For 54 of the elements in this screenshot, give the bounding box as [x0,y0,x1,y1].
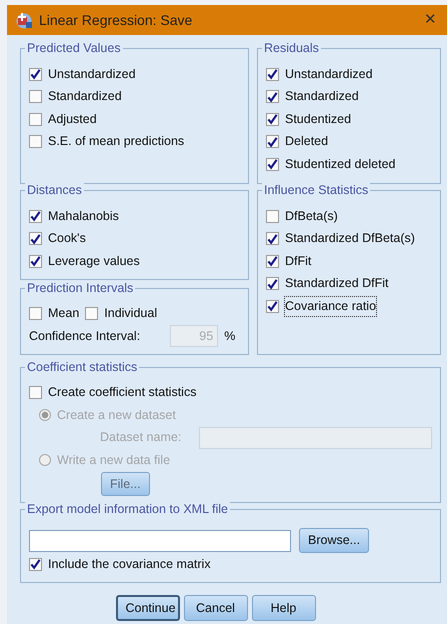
checkbox[interactable] [29,254,42,268]
checkbox-label[interactable]: Cook's [48,229,86,248]
checkbox-label[interactable]: Adjusted [48,110,97,129]
checkbox[interactable] [266,300,279,313]
window-title: Linear Regression: Save [39,10,192,30]
unit-label: % [224,328,236,345]
checkbox[interactable] [266,112,279,126]
group-title: Prediction Intervals [25,280,136,296]
checkbox-label[interactable]: Standardized [285,87,359,106]
checkbox[interactable] [29,558,42,571]
checkbox[interactable] [266,232,279,246]
checkbox[interactable] [29,232,42,246]
field-label: Dataset name: [100,429,182,446]
checkbox-label[interactable]: Standardized [48,87,122,106]
checkbox[interactable] [29,135,42,148]
checkbox[interactable] [29,386,42,400]
checkbox[interactable] [266,90,279,104]
checkbox-label[interactable]: Include the covariance matrix [48,554,211,574]
checkbox[interactable] [29,90,42,104]
app-icon [15,11,33,29]
checkbox[interactable] [266,210,279,223]
checkbox[interactable] [29,210,42,223]
checkbox[interactable] [266,135,279,148]
dialog-button[interactable]: Help [252,594,316,622]
checkbox-label[interactable]: S.E. of mean predictions [48,132,184,152]
checkbox-label[interactable]: Mahalanobis [48,206,119,226]
checkbox-label[interactable]: Standardized DfBeta(s) [285,229,415,248]
checkbox-label[interactable]: Deleted [285,132,328,152]
close-button[interactable]: ✕ [422,8,439,32]
checkbox[interactable] [266,277,279,290]
checkbox[interactable] [29,112,42,126]
browse-button[interactable]: Browse... [299,528,370,553]
dialog-button[interactable]: Continue [116,594,180,622]
field-label: Confidence Interval: [29,328,140,345]
group-title: Export model information to XML file [25,502,230,518]
checkbox[interactable] [266,68,279,81]
checkbox-label[interactable]: Studentized deleted [285,154,396,174]
checkbox-label[interactable]: Standardized DfFit [285,274,389,294]
checkbox[interactable] [266,158,279,171]
file-path-field[interactable] [29,530,291,552]
checkbox-label[interactable]: Leverage values [48,252,140,271]
file-button[interactable]: File... [101,472,150,496]
group-title: Coefficient statistics [25,360,140,374]
dataset-name-field[interactable] [199,426,432,449]
checkbox-label[interactable]: Unstandardized [285,64,373,84]
checkbox-label[interactable]: DfBeta(s) [285,206,338,226]
checkbox-label[interactable]: DfFit [285,252,312,271]
checkbox-label[interactable]: Unstandardized [48,64,136,84]
checkbox-label[interactable]: Covariance ratio [285,296,376,316]
checkbox[interactable] [266,254,279,268]
dialog-button[interactable]: Cancel [184,594,248,622]
checkbox-label[interactable]: Studentized [285,110,352,129]
checkbox[interactable] [29,68,42,81]
checkbox-label[interactable]: Create coefficient statistics [48,383,196,402]
